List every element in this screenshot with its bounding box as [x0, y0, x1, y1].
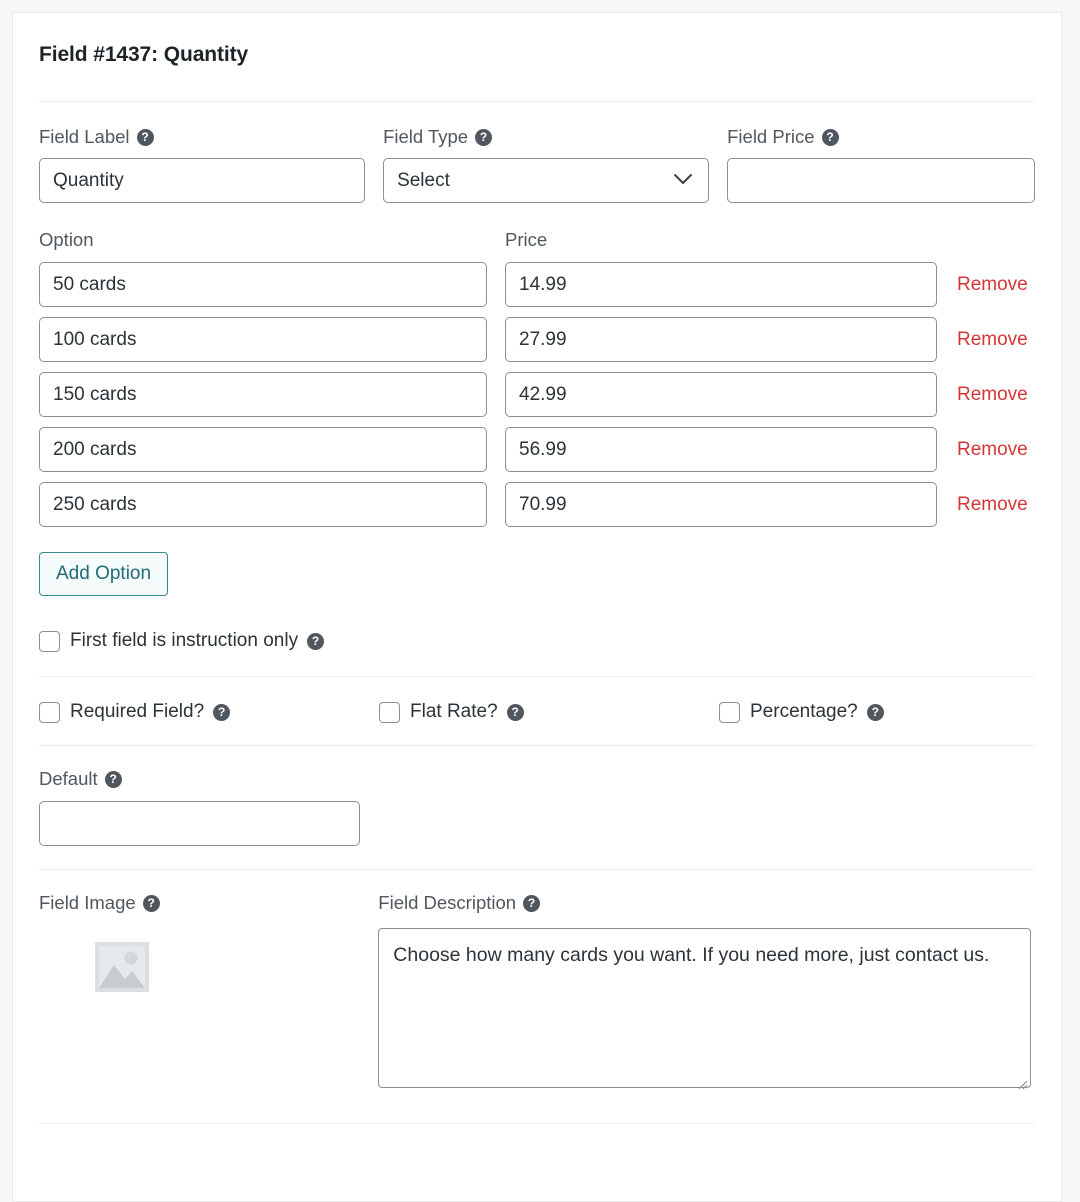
field-description-group: Field Description ? Choose how many card… — [378, 892, 1035, 1093]
help-icon[interactable]: ? — [213, 703, 231, 721]
divider — [39, 745, 1035, 746]
instruction-only-label: First field is instruction only ? — [70, 630, 325, 652]
price-cell — [505, 482, 937, 527]
field-price-group: Field Price ? — [727, 126, 1036, 203]
field-type-label: Field Type ? — [383, 126, 709, 148]
field-description-text: Field Description — [378, 892, 517, 913]
field-price-input[interactable] — [727, 158, 1036, 203]
help-icon[interactable]: ? — [136, 128, 154, 146]
add-option-button[interactable]: Add Option — [39, 552, 169, 596]
image-placeholder-icon[interactable] — [93, 938, 151, 996]
divider — [39, 869, 1035, 870]
toggle-checkbox[interactable] — [719, 701, 740, 723]
field-type-group: Field Type ? — [383, 126, 710, 203]
table-row: Remove — [39, 262, 1035, 307]
instruction-only-checkbox[interactable] — [39, 630, 60, 652]
help-icon[interactable]: ? — [142, 894, 160, 912]
option-cell — [39, 482, 487, 527]
column-header-option: Option — [39, 229, 94, 250]
option-input[interactable] — [39, 372, 487, 417]
price-input[interactable] — [505, 482, 937, 527]
toggle-checkbox-row: Required Field?? Flat Rate?? Percentage?? — [39, 701, 1035, 723]
field-label-input[interactable] — [39, 158, 366, 203]
checkbox-label: Percentage?? — [750, 701, 884, 723]
checkbox-group: Percentage?? — [719, 701, 1019, 723]
checkbox-label-text: Percentage? — [750, 701, 858, 722]
remove-option-link[interactable]: Remove — [957, 329, 1028, 351]
page-title: Field #1437: Quantity — [39, 43, 249, 66]
field-type-text: Field Type — [383, 126, 469, 147]
checkbox-group: Flat Rate?? — [379, 701, 719, 723]
field-settings-panel: Field #1437: Quantity Field Label ? Fiel… — [12, 12, 1062, 1202]
help-icon[interactable]: ? — [821, 128, 839, 146]
price-input[interactable] — [505, 372, 937, 417]
help-icon[interactable]: ? — [475, 128, 493, 146]
checkbox-label-text: Required Field? — [70, 701, 205, 722]
field-image-label: Field Image ? — [39, 892, 378, 914]
help-icon[interactable]: ? — [523, 894, 541, 912]
price-cell — [505, 262, 937, 307]
remove-option-link[interactable]: Remove — [957, 274, 1028, 296]
checkbox-label-text: Flat Rate? — [410, 701, 498, 722]
field-label-text: Field Label — [39, 126, 130, 147]
default-label: Default ? — [39, 768, 1035, 790]
divider — [39, 101, 1035, 102]
field-price-text: Field Price — [727, 126, 815, 147]
toggle-checkbox[interactable] — [39, 701, 60, 723]
table-row: Remove — [39, 482, 1035, 527]
option-input[interactable] — [39, 262, 487, 307]
field-description-label: Field Description ? — [378, 892, 1035, 914]
help-icon[interactable]: ? — [506, 703, 524, 721]
help-icon[interactable]: ? — [104, 770, 122, 788]
checkbox-label: Flat Rate?? — [410, 701, 524, 723]
default-group: Default ? — [39, 768, 1035, 846]
instruction-only-row: First field is instruction only ? — [39, 630, 1035, 652]
column-header-price: Price — [505, 229, 548, 250]
price-cell — [505, 317, 937, 362]
help-icon[interactable]: ? — [307, 632, 325, 650]
price-input[interactable] — [505, 427, 937, 472]
table-row: Remove — [39, 427, 1035, 472]
options-rows: Remove Remove Remove Remove Remove — [39, 262, 1035, 527]
top-fields-row: Field Label ? Field Type ? — [39, 126, 1036, 203]
option-input[interactable] — [39, 482, 487, 527]
checkbox-label: Required Field?? — [70, 701, 231, 723]
field-type-select[interactable] — [383, 158, 710, 203]
table-row: Remove — [39, 317, 1035, 362]
field-label-label: Field Label ? — [39, 126, 365, 148]
checkbox-group: Required Field?? — [39, 701, 379, 723]
default-input[interactable] — [39, 801, 360, 846]
field-price-label: Field Price ? — [727, 126, 1035, 148]
remove-option-link[interactable]: Remove — [957, 439, 1028, 461]
field-description-textarea[interactable]: Choose how many cards you want. If you n… — [378, 928, 1032, 1088]
table-row: Remove — [39, 372, 1035, 417]
price-input[interactable] — [505, 317, 937, 362]
help-icon[interactable]: ? — [866, 703, 884, 721]
remove-option-link[interactable]: Remove — [957, 494, 1028, 516]
field-label-group: Field Label ? — [39, 126, 366, 203]
option-input[interactable] — [39, 427, 487, 472]
instruction-only-text: First field is instruction only — [70, 630, 299, 651]
price-cell — [505, 427, 937, 472]
option-input[interactable] — [39, 317, 487, 362]
remove-option-link[interactable]: Remove — [957, 384, 1028, 406]
option-cell — [39, 317, 487, 362]
field-image-text: Field Image — [39, 892, 136, 913]
options-table-header: Option Price — [39, 229, 1035, 251]
divider — [39, 1123, 1035, 1124]
option-cell — [39, 427, 487, 472]
option-cell — [39, 262, 487, 307]
price-cell — [505, 372, 937, 417]
option-cell — [39, 372, 487, 417]
image-description-row: Field Image ? Field Description ? Choose… — [39, 892, 1035, 1093]
toggle-checkbox[interactable] — [379, 701, 400, 723]
default-label-text: Default — [39, 768, 98, 789]
field-image-group: Field Image ? — [39, 892, 378, 1093]
price-input[interactable] — [505, 262, 937, 307]
